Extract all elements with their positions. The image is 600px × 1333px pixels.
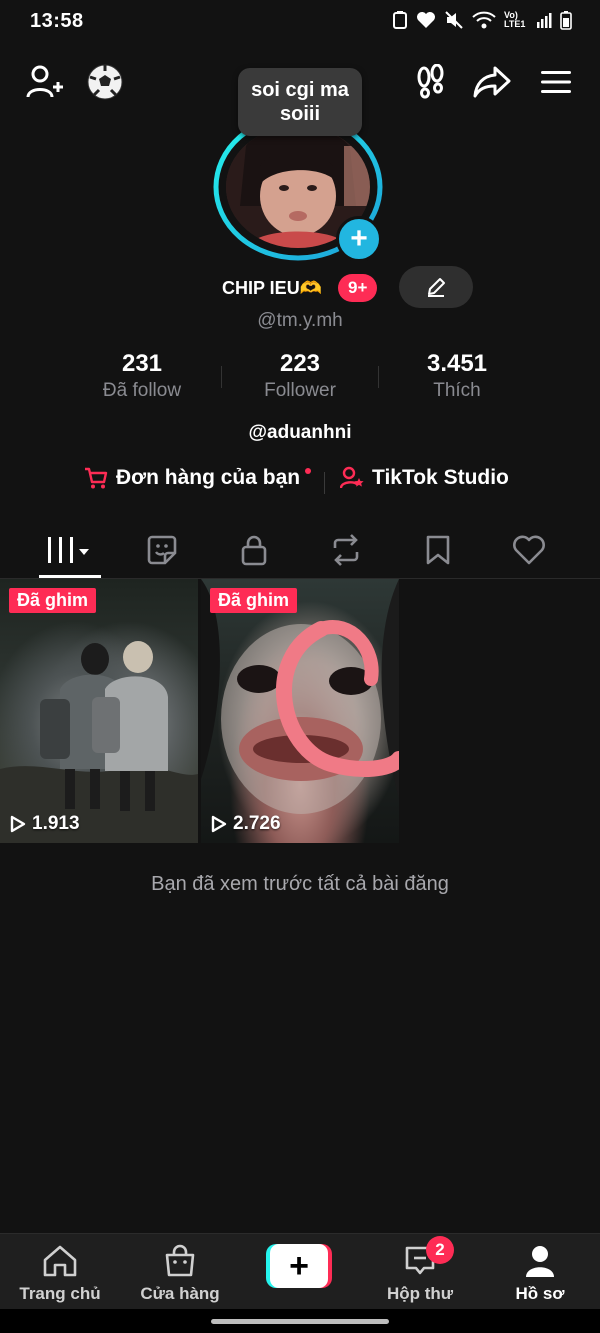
creator-icon [340,466,364,489]
plus-icon: + [270,1244,328,1288]
wifi-icon [472,11,496,29]
play-icon [10,815,26,833]
stat-value: 3.451 [426,350,488,377]
orders-dot [305,468,311,474]
profile-links: Đơn hàng của bạn TikTok Studio [0,466,600,500]
status-icons: Vo) LTE1 [392,10,572,30]
nfc-icon [393,11,407,29]
tab-stickers[interactable] [116,524,208,576]
system-nav-area [0,1309,600,1333]
notification-badge[interactable]: 9+ [338,274,378,302]
menu-icon[interactable] [534,60,578,104]
end-of-posts-note: Bạn đã xem trước tất cả bài đăng [151,873,449,895]
active-tab-indicator [39,575,101,578]
soccer-ball-icon[interactable] [83,60,127,104]
home-icon [43,1245,77,1277]
nav-shop-label: Cửa hàng [140,1284,220,1303]
signal-icon [537,13,552,28]
view-count-value: 2.726 [233,813,281,834]
home-indicator[interactable] [211,1319,389,1324]
status-time: 13:58 [30,10,84,32]
cart-icon [85,467,108,489]
tab-videos[interactable] [24,524,116,576]
inbox-badge: 2 [426,1236,454,1264]
nav-home[interactable]: Trang chủ [0,1242,120,1304]
content-tabs [0,524,600,579]
share-icon[interactable] [470,60,514,104]
network-type: Vo) LTE1 [504,10,526,29]
orders-label: Đơn hàng của bạn [116,466,301,489]
heart-status-icon [417,12,435,28]
repost-icon [333,534,359,566]
note-bubble[interactable]: soi cgi ma soiii [238,68,362,136]
pinned-badge: Đã ghim [9,588,97,613]
footprints-icon[interactable] [409,60,453,104]
view-count-value: 1.913 [32,813,80,834]
nav-profile[interactable]: Hồ sơ [480,1242,600,1304]
stat-value: 223 [279,350,321,377]
stat-label: Follower [264,380,336,401]
add-story-button[interactable]: + [336,216,382,262]
video-thumbnail [0,641,198,843]
view-count: 1.913 [10,813,80,835]
video-grid: Đã ghim 1.913 Đã ghim 2.726 [0,579,600,843]
play-icon [211,815,227,833]
mute-icon [445,11,463,29]
videos-grid-icon [48,537,89,563]
bookmark-icon [426,535,450,565]
tab-liked[interactable] [483,524,575,576]
nav-home-label: Trang chủ [19,1284,101,1303]
heart-icon [513,535,545,565]
pencil-icon [428,278,445,297]
pinned-badge: Đã ghim [210,588,298,613]
edit-profile-button[interactable] [399,266,473,308]
create-button[interactable]: + [266,1244,332,1288]
sticker-icon [147,535,177,565]
battery-icon [560,11,572,30]
username: @tm.y.mh [257,310,343,331]
tiktok-studio-label: TikTok Studio [372,466,509,489]
bottom-navigation: Trang chủ Cửa hàng + Hộp thư Hồ sơ [0,1233,600,1310]
add-friend-icon[interactable] [22,60,66,104]
lock-icon [241,535,267,566]
profile-stats: 231 Đã follow 223 Follower 3.451 Thích [0,350,600,410]
tiktok-studio-link[interactable]: TikTok Studio [340,466,509,490]
tab-favorites[interactable] [392,524,484,576]
view-count: 2.726 [211,813,281,835]
video-tile[interactable]: Đã ghim 1.913 [0,579,198,843]
bio-mention[interactable]: @aduanhni [0,422,600,444]
nav-profile-label: Hồ sơ [515,1284,565,1303]
stat-value: 231 [121,350,163,377]
display-name: CHIP IEU🫶 [222,278,323,298]
orders-link[interactable]: Đơn hàng của bạn [84,466,300,490]
status-bar: 13:58 Vo) LTE1 [0,0,600,44]
stat-followers[interactable]: 223 Follower [220,350,380,402]
tab-reposts[interactable] [300,524,392,576]
video-tile[interactable]: Đã ghim 2.726 [201,579,399,843]
video-thumbnail [201,579,399,814]
nav-shop[interactable]: Cửa hàng [120,1242,240,1304]
tab-private[interactable] [208,524,300,576]
shopping-bag-icon [165,1244,195,1277]
stat-label: Thích [433,380,481,401]
name-row: CHIP IEU🫶 9+ [0,266,600,310]
divider [324,472,325,494]
stat-likes[interactable]: 3.451 Thích [377,350,537,402]
nav-inbox-label: Hộp thư [386,1284,454,1303]
stat-label: Đã follow [102,380,182,401]
nav-inbox[interactable]: Hộp thư [360,1242,480,1304]
profile-icon [526,1246,554,1277]
stat-following[interactable]: 231 Đã follow [62,350,222,402]
